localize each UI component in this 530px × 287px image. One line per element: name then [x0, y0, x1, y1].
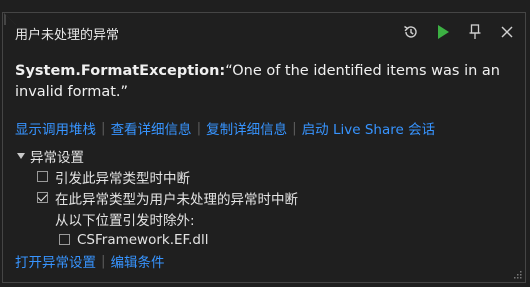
exception-message: System.FormatException:“One of the ident… [15, 61, 515, 103]
history-icon[interactable] [399, 21, 423, 43]
footer-links: 打开异常设置 | 编辑条件 [15, 251, 165, 271]
divider: | [196, 120, 202, 136]
break-when-unhandled-checkbox[interactable] [37, 192, 48, 203]
copy-details-link[interactable]: 复制详细信息 [206, 118, 287, 138]
close-icon[interactable] [495, 21, 519, 43]
except-when-thrown-from: 从以下位置引发时除外: [15, 208, 298, 229]
except-module-option[interactable]: CSFramework.EF.dll [15, 229, 298, 250]
header-toolbar [399, 21, 519, 43]
start-live-share-link[interactable]: 启动 Live Share 会话 [302, 118, 435, 138]
exception-helper-popup: 用户未处理的异常 System.FormatException:“One of … [2, 12, 526, 283]
edit-conditions-link[interactable]: 编辑条件 [111, 251, 165, 271]
divider: | [292, 120, 297, 136]
open-exception-settings-link[interactable]: 打开异常设置 [15, 251, 96, 271]
show-call-stack-link[interactable]: 显示调用堆栈 [15, 118, 96, 138]
exception-settings-toggle[interactable]: 异常设置 [15, 146, 298, 166]
action-links: 显示调用堆栈 | 查看详细信息 | 复制详细信息 | 启动 Live Share… [15, 118, 435, 138]
break-when-thrown-option[interactable]: 引发此异常类型时中断 [15, 166, 298, 187]
break-when-thrown-checkbox[interactable] [37, 171, 48, 182]
exception-settings: 异常设置 引发此异常类型时中断 在此异常类型为用户未处理的异常时中断 从以下位置… [15, 146, 298, 250]
except-module-checkbox[interactable] [59, 234, 70, 245]
break-when-thrown-label: 引发此异常类型时中断 [55, 170, 190, 187]
pin-icon[interactable] [463, 21, 487, 43]
collapse-triangle-icon [17, 153, 25, 159]
break-when-unhandled-option[interactable]: 在此异常类型为用户未处理的异常时中断 [15, 187, 298, 208]
exception-type: System.FormatException: [15, 63, 226, 79]
popup-title: 用户未处理的异常 [15, 28, 120, 43]
break-when-unhandled-label: 在此异常类型为用户未处理的异常时中断 [55, 191, 298, 208]
continue-icon[interactable] [431, 21, 455, 43]
except-module-label: CSFramework.EF.dll [77, 231, 209, 248]
except-when-thrown-label: 从以下位置引发时除外: [55, 212, 195, 229]
divider: | [101, 120, 106, 136]
exception-settings-label: 异常设置 [30, 150, 84, 166]
view-details-link[interactable]: 查看详细信息 [111, 118, 192, 138]
divider: | [101, 253, 106, 269]
resize-grip-icon[interactable] [513, 270, 523, 280]
popup-header: 用户未处理的异常 [3, 13, 525, 49]
